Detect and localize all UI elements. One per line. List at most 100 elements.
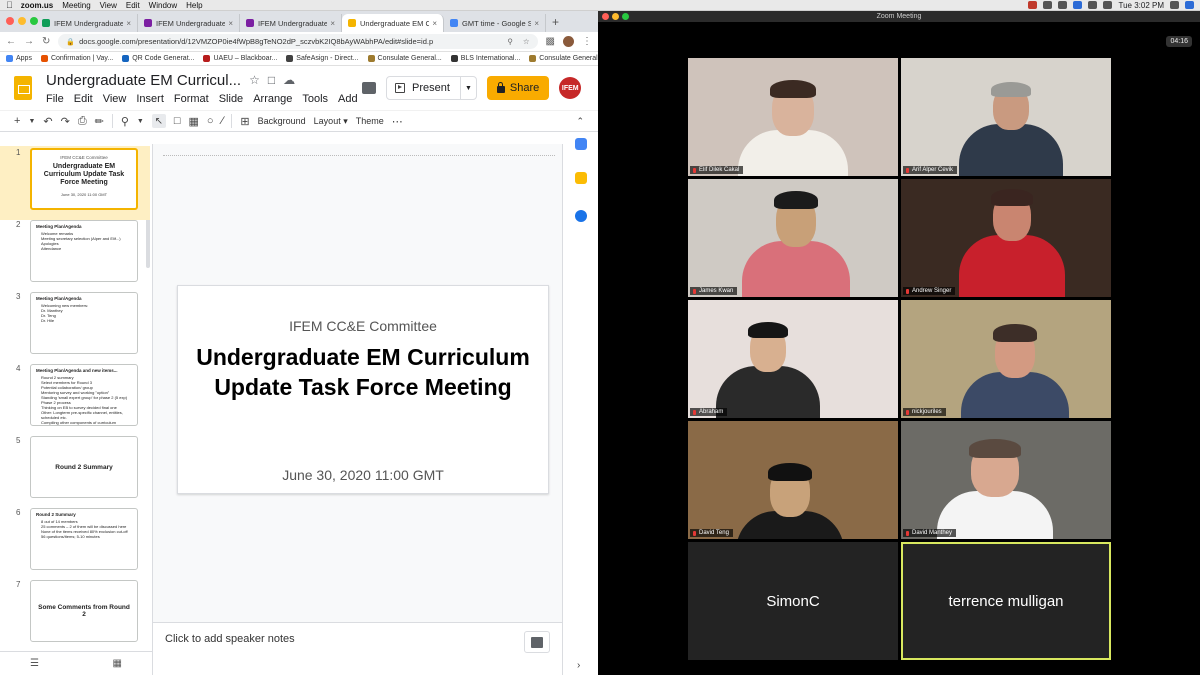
slide-title[interactable]: Undergraduate EM Curriculum Update Task … [178,342,548,402]
close-tab-icon[interactable]: × [123,19,131,28]
browser-tab[interactable]: Undergraduate EM Curricu× [342,14,444,32]
zoom-window-icon[interactable] [30,17,38,25]
account-avatar[interactable]: IFEM [559,77,582,99]
status-icon-4[interactable] [1073,1,1083,9]
apple-icon[interactable]:  [6,0,13,10]
menu-insert[interactable]: Insert [136,93,164,105]
filmstrip-view-icon[interactable]: ☰ [30,658,39,669]
bookmark-item[interactable]: Confirmation | Vay... [40,55,113,62]
slide-thumbnail[interactable]: Some Comments from Round 2 [30,580,138,642]
slide-thumbnail[interactable]: Meeting Plan/Agenda Welcome remarks Meetin… [30,220,138,282]
text-box-icon[interactable]: □ [174,115,181,127]
browser-tab[interactable]: GMT time - Google Search× [444,14,546,32]
expand-side-panel-icon[interactable]: › [577,660,580,671]
slide-thumbnail-row[interactable]: 4 Meeting Plan/Agenda and new items... Rou… [0,362,150,436]
bookmark-item[interactable]: BLS International... [450,55,520,62]
bookmark-item[interactable]: Apps [6,55,32,62]
slide-date[interactable]: June 30, 2020 11:00 GMT [178,467,548,483]
close-tab-icon[interactable]: × [225,19,233,28]
bookmark-item[interactable]: Consulate General... [367,55,442,62]
close-tab-icon[interactable]: × [531,19,539,28]
paint-format-icon[interactable]: ✏ [95,115,104,128]
back-icon[interactable]: ← [6,36,16,47]
menu-meeting[interactable]: Meeting [62,1,90,10]
browser-tab[interactable]: IFEM Undergraduate EM Cu× [240,14,342,32]
slide-thumbnail-row[interactable]: 2 Meeting Plan/Agenda Welcome remarks Meeti… [0,218,150,292]
new-tab-button[interactable]: + [546,15,565,32]
grid-view-icon[interactable]: ▦ [113,658,122,669]
clock[interactable]: Tue 3:02 PM [1118,1,1164,10]
slide-thumbnail-row[interactable]: 6 Round 2 Summary 8 out of 14 members 25 co… [0,506,150,580]
menu-slide[interactable]: Slide [219,93,243,105]
menu-help[interactable]: Help [186,1,202,10]
new-slide-icon[interactable]: + [14,115,20,127]
select-cursor-icon[interactable]: ↖ [151,114,166,128]
background-button[interactable]: Background [258,116,306,126]
image-icon[interactable]: ▦ [189,115,199,128]
close-tab-icon[interactable]: × [327,19,335,28]
url-field[interactable]: 🔒 docs.google.com/presentation/d/12VMZOP… [58,34,538,49]
bookmark-item[interactable]: Consulate General... [529,55,598,62]
bookmark-star-icon[interactable]: ☆ [523,37,530,46]
menu-view[interactable]: View [100,1,117,10]
share-button[interactable]: Share [486,76,550,100]
current-slide[interactable]: IFEM CC&E Committee Undergraduate EM Cur… [177,285,549,494]
forward-icon[interactable]: → [24,36,34,47]
present-button[interactable]: Present ▼ [386,76,477,100]
slide-thumbnail-row[interactable]: 3 Meeting Plan/Agenda Welcoming new member… [0,290,150,364]
filmstrip[interactable]: 1 IFEM CC&E Committee Undergraduate EM Cur… [0,144,153,651]
search-icon[interactable] [1170,1,1179,9]
slide-thumbnail-row[interactable]: 1 IFEM CC&E Committee Undergraduate EM Cur… [0,146,150,220]
status-icon-2[interactable] [1043,1,1053,9]
menu-file[interactable]: File [46,93,64,105]
calendar-icon[interactable] [575,138,587,150]
slide-thumbnail[interactable]: IFEM CC&E Committee Undergraduate EM Curr… [30,148,138,210]
zoom-minimize-icon[interactable] [612,13,619,20]
star-icon[interactable]: ☆ [249,73,260,87]
menu-edit[interactable]: Edit [74,93,93,105]
redo-icon[interactable]: ↷ [61,115,70,128]
extension-icon[interactable]: ▩ [546,36,555,47]
add-comment-icon[interactable]: ⊞ [240,115,249,128]
layout-button[interactable]: Layout ▾ [314,116,348,127]
explore-button[interactable] [524,631,550,653]
print-icon[interactable]: ⎙ [78,115,87,128]
slide-thumbnail[interactable]: Round 2 Summary 8 out of 14 members 25 com… [30,508,138,570]
zoom-dropdown-icon[interactable]: ▼ [137,118,144,125]
undo-icon[interactable]: ↶ [43,115,52,128]
slide-canvas[interactable]: IFEM CC&E Committee Undergraduate EM Cur… [153,144,562,622]
menu-edit[interactable]: Edit [126,1,140,10]
participant-tile[interactable]: SimonC [688,542,898,660]
comments-icon[interactable] [362,82,376,94]
participant-tile[interactable]: Abraham [688,300,898,418]
collapse-toolbar-icon[interactable]: ⌃ [576,116,584,127]
slide-thumbnail[interactable]: Round 2 Summary [30,436,138,498]
slide-thumbnail-row[interactable]: 7 Some Comments from Round 2 [0,578,150,651]
slides-logo-icon[interactable] [14,76,32,100]
participant-tile[interactable]: James Kwan [688,179,898,297]
zoom-fullscreen-icon[interactable] [622,13,629,20]
participant-tile[interactable]: Elif Dilek Cakal [688,58,898,176]
speaker-notes[interactable]: Click to add speaker notes [153,622,562,675]
close-tab-icon[interactable]: × [429,19,437,28]
cloud-icon[interactable]: ☁ [283,73,295,87]
keep-icon[interactable] [575,172,587,184]
browser-tab[interactable]: IFEM Undergraduate EM Cu× [36,14,138,32]
battery-icon[interactable] [1103,1,1113,9]
notes-placeholder[interactable]: Click to add speaker notes [153,623,562,655]
minimize-window-icon[interactable] [18,17,26,25]
status-icon-1[interactable] [1028,1,1038,9]
siri-icon[interactable] [1185,1,1194,9]
status-icon-3[interactable] [1058,1,1068,9]
new-slide-dropdown-icon[interactable]: ▼ [28,118,35,125]
menu-view[interactable]: View [103,93,127,105]
bookmark-item[interactable]: SafeAsign - Direct... [286,55,359,62]
present-dropdown-icon[interactable]: ▼ [459,77,476,99]
wifi-icon[interactable] [1088,1,1098,9]
move-folder-icon[interactable]: □ [268,73,275,87]
slide-thumbnail[interactable]: Meeting Plan/Agenda and new items... Roun… [30,364,138,426]
close-window-icon[interactable] [6,17,14,25]
shape-icon[interactable]: ○ [207,115,214,127]
participant-tile[interactable]: David Manthey [901,421,1111,539]
participant-tile[interactable]: terrence mulligan [901,542,1111,660]
